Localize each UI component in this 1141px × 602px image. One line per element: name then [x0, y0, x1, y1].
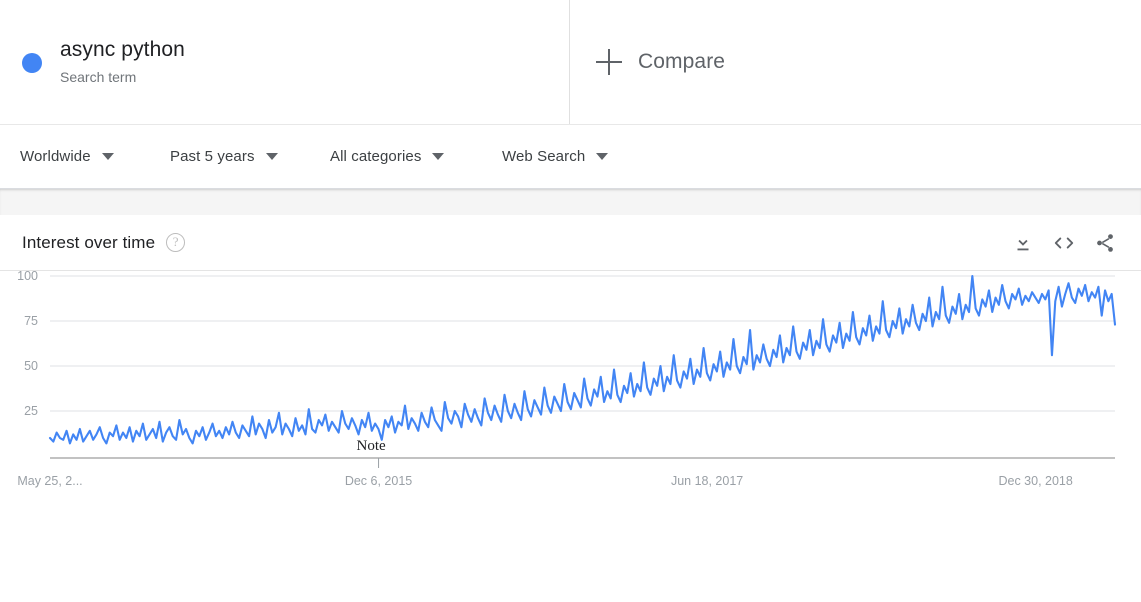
- x-axis-tick-label: Jun 18, 2017: [671, 474, 743, 488]
- chevron-down-icon: [432, 153, 445, 160]
- help-icon[interactable]: ?: [166, 233, 186, 252]
- filter-category[interactable]: All categories: [330, 125, 502, 188]
- compare-label: Compare: [638, 50, 726, 73]
- filter-time-range-label: Past 5 years: [170, 148, 255, 165]
- search-term-bar: async python Search term Compare: [0, 0, 1141, 125]
- y-axis-tick-label: 25: [24, 404, 38, 418]
- download-icon[interactable]: [1005, 225, 1041, 261]
- chart-annotation-note: Note: [356, 438, 386, 454]
- interest-over-time-card: Interest over time ? 25 50 75 100 May 25…: [0, 215, 1141, 602]
- card-header: Interest over time ?: [0, 215, 1141, 271]
- filter-location[interactable]: Worldwide: [20, 125, 170, 188]
- filter-search-type[interactable]: Web Search: [502, 125, 662, 188]
- x-axis-tick-label: Dec 6, 2015: [345, 474, 412, 488]
- search-term-subtitle: Search term: [60, 69, 137, 85]
- chart-svg: 25 50 75 100 May 25, 2... Dec 6, 2015 Jun 18, …: [17, 271, 1117, 488]
- search-term-card[interactable]: async python Search term: [0, 0, 570, 124]
- series-color-dot: [22, 53, 42, 73]
- chevron-down-icon: [101, 153, 114, 160]
- add-comparison-button[interactable]: Compare: [570, 0, 1141, 124]
- filter-location-label: Worldwide: [20, 148, 91, 165]
- share-icon[interactable]: [1087, 225, 1123, 261]
- filter-bar: Worldwide Past 5 years All categories We…: [0, 125, 1141, 189]
- filter-category-label: All categories: [330, 148, 422, 165]
- page-background-strip: [0, 189, 1141, 215]
- chevron-down-icon: [596, 153, 609, 160]
- card-title: Interest over time: [22, 232, 156, 252]
- interest-over-time-chart[interactable]: 25 50 75 100 May 25, 2... Dec 6, 2015 Jun 18, …: [0, 271, 1141, 601]
- y-axis-tick-label: 75: [24, 314, 38, 328]
- plus-icon: [596, 49, 622, 75]
- x-axis-tick-label: May 25, 2...: [17, 474, 82, 488]
- y-axis-tick-label: 50: [24, 359, 38, 373]
- series-line-async-python: [48, 274, 1117, 445]
- search-term-title: async python: [60, 38, 185, 61]
- y-axis-tick-label: 100: [17, 271, 38, 283]
- chevron-down-icon: [265, 153, 278, 160]
- filter-search-type-label: Web Search: [502, 148, 586, 165]
- filter-time-range[interactable]: Past 5 years: [170, 125, 330, 188]
- x-axis-tick-label: Dec 30, 2018: [998, 474, 1072, 488]
- embed-code-icon[interactable]: [1046, 225, 1082, 261]
